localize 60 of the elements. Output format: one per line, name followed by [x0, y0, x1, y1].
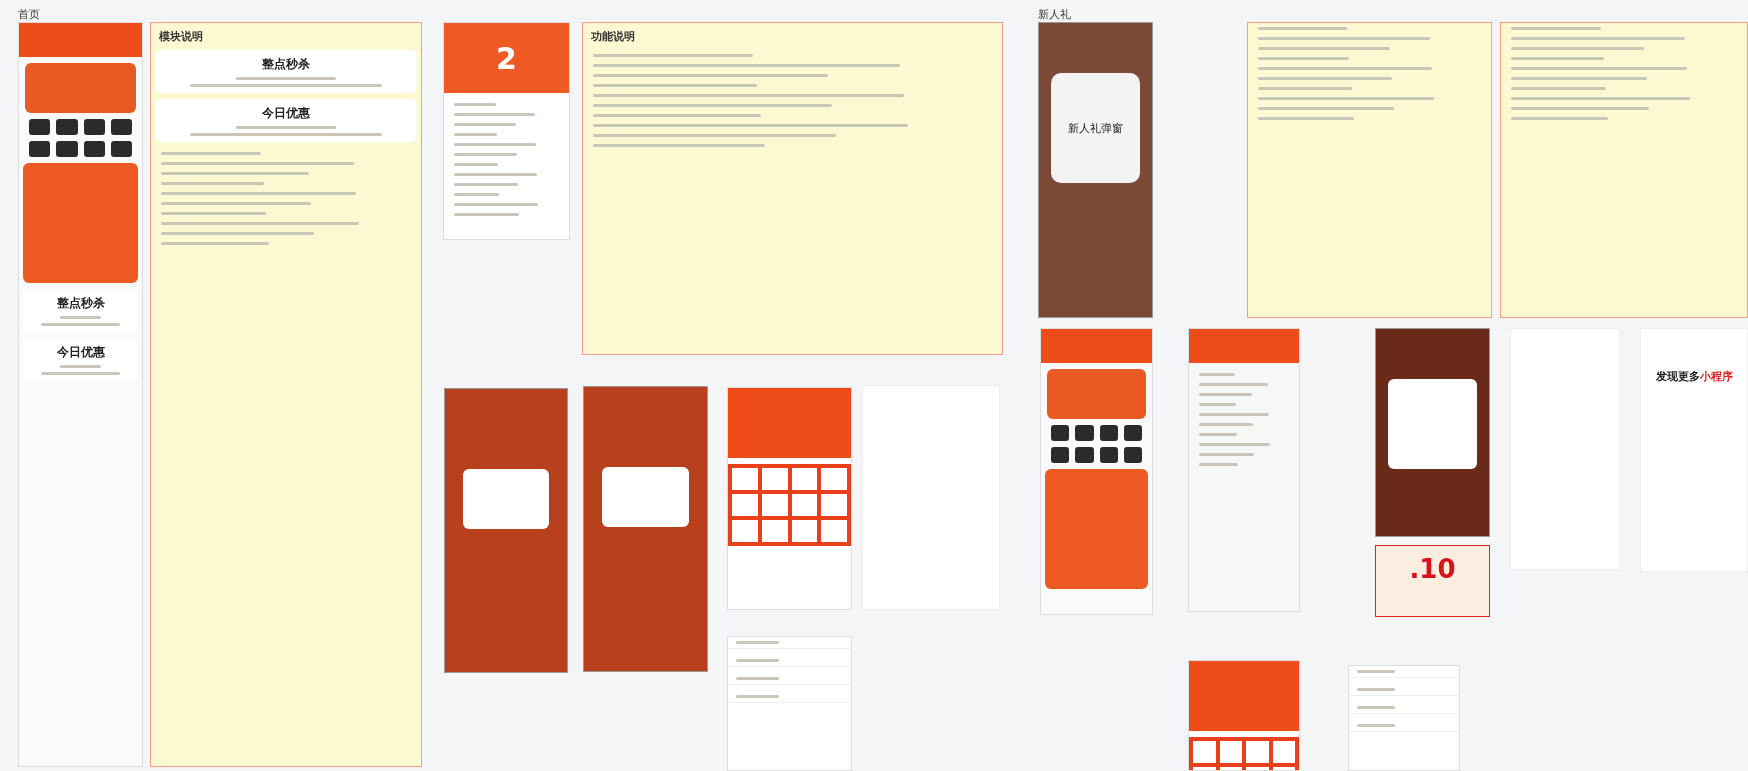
app-icon[interactable]	[1051, 425, 1070, 441]
brand-logo[interactable]	[761, 468, 788, 490]
text-placeholder-line	[1199, 393, 1253, 396]
text-placeholder-line	[454, 163, 499, 166]
app-icon[interactable]	[110, 119, 132, 135]
text-placeholder-line	[1199, 413, 1270, 416]
text-placeholder-line	[736, 695, 779, 698]
page-heading: 发现更多小程序	[1654, 369, 1734, 384]
text-placeholder-line	[736, 659, 779, 662]
popup-text: 新人礼弹窗	[1068, 120, 1123, 136]
text-placeholder-line	[1357, 706, 1395, 709]
brand-logo[interactable]	[761, 494, 788, 516]
text-placeholder-line	[59, 316, 102, 319]
brand-logo[interactable]	[1219, 741, 1242, 763]
app-icon[interactable]	[1123, 425, 1142, 441]
text-placeholder-line	[454, 123, 516, 126]
text-placeholder-line	[1199, 453, 1254, 456]
text-placeholder-line	[454, 153, 517, 156]
text-placeholder-line	[59, 365, 102, 368]
section-title: 整点秒杀	[262, 56, 310, 73]
note-title: 功能说明	[590, 29, 636, 44]
brand-logo[interactable]	[791, 468, 818, 490]
app-icon[interactable]	[29, 119, 51, 135]
text-placeholder-line	[1357, 724, 1395, 727]
text-placeholder-line	[736, 641, 779, 644]
text-placeholder-line	[454, 213, 520, 216]
text-placeholder-line	[1199, 373, 1235, 376]
frame-label: 首页	[18, 7, 40, 22]
frame-label: 新人礼	[1038, 7, 1071, 22]
text-placeholder-line	[736, 677, 779, 680]
brand-logo[interactable]	[791, 520, 818, 542]
brand-logo[interactable]	[761, 520, 788, 542]
brand-logo[interactable]	[1272, 741, 1295, 763]
coupon-amount: .10	[1408, 553, 1457, 584]
text-placeholder-line	[1199, 403, 1236, 406]
text-placeholder-line	[1199, 383, 1269, 386]
text-placeholder-line	[454, 183, 519, 186]
text-placeholder-line	[1357, 670, 1395, 673]
text-placeholder-line	[454, 193, 500, 196]
app-icon[interactable]	[1051, 447, 1070, 463]
app-icon[interactable]	[83, 141, 105, 157]
note-title: 模块说明	[158, 29, 204, 44]
app-icon[interactable]	[1099, 447, 1118, 463]
text-placeholder-line	[454, 103, 496, 106]
text-placeholder-line	[1199, 463, 1238, 466]
text-placeholder-line	[1199, 423, 1253, 426]
text-placeholder-line	[1357, 688, 1395, 691]
section-title: 今日优惠	[56, 344, 105, 361]
section-title: 整点秒杀	[56, 295, 105, 312]
text-placeholder-line	[1199, 443, 1271, 446]
text-placeholder-line	[454, 133, 498, 136]
app-icon[interactable]	[29, 141, 51, 157]
app-icon[interactable]	[1099, 425, 1118, 441]
app-icon[interactable]	[110, 141, 132, 157]
app-icon[interactable]	[83, 119, 105, 135]
app-icon[interactable]	[1123, 447, 1142, 463]
section-title: 今日优惠	[262, 105, 310, 122]
text-placeholder-line	[1199, 433, 1237, 436]
count-number: 2	[496, 40, 517, 76]
brand-logo[interactable]	[791, 494, 818, 516]
